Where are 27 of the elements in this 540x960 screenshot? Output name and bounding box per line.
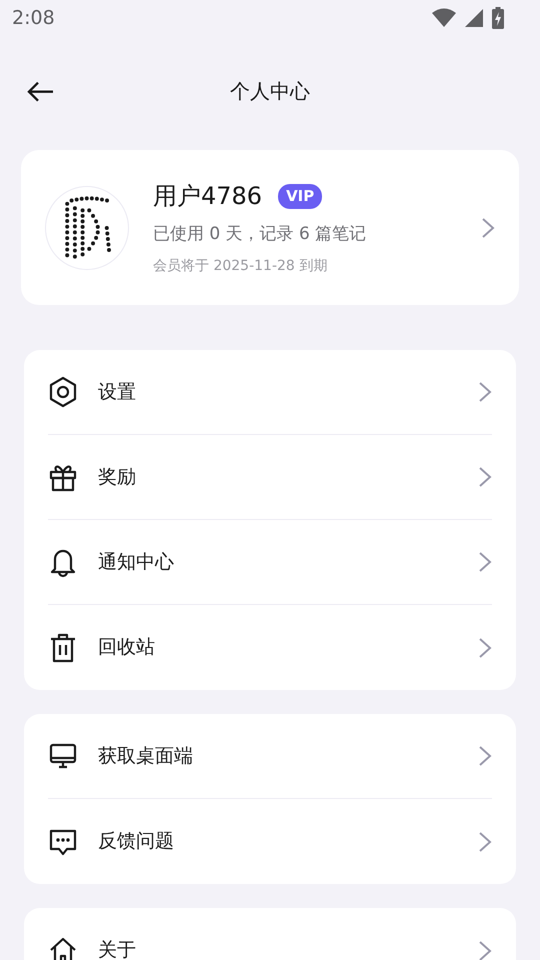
signal-icon <box>464 8 484 28</box>
usage-summary: 已使用 0 天，记录 6 篇笔记 <box>153 223 368 246</box>
vip-badge: VIP <box>278 184 322 208</box>
chevron-right-icon <box>478 940 492 960</box>
page-title: 个人中心 <box>230 78 310 105</box>
clock-time: 2:08 <box>12 6 55 31</box>
chevron-right-icon <box>478 466 492 488</box>
battery-icon <box>492 7 504 29</box>
menu-item[interactable]: 反馈问题 <box>48 799 492 884</box>
settings-icon <box>48 376 78 408</box>
menu-item[interactable]: 奖励 <box>48 435 492 520</box>
user-name: 用户4786 <box>153 181 262 212</box>
chevron-right-icon <box>478 551 492 573</box>
menu-item[interactable]: 获取桌面端 <box>48 714 492 799</box>
menu-item[interactable]: 通知中心 <box>48 520 492 605</box>
menu-item[interactable]: 回收站 <box>48 605 492 690</box>
back-arrow-icon <box>26 79 54 104</box>
trash-icon <box>48 632 78 664</box>
profile-card[interactable]: 用户4786 VIP 已使用 0 天，记录 6 篇笔记 会员将于 2025-11-28 到期 <box>21 150 519 305</box>
wifi-icon <box>432 8 456 28</box>
menu-item[interactable]: 设置 <box>48 350 492 435</box>
chevron-right-icon <box>478 636 492 658</box>
chevron-right-icon <box>478 830 492 852</box>
membership-expiry: 会员将于 2025-11-28 到期 <box>153 256 328 276</box>
chevron-right-icon <box>478 381 492 403</box>
chevron-right-icon <box>478 745 492 767</box>
chevron-right-icon <box>481 216 495 238</box>
